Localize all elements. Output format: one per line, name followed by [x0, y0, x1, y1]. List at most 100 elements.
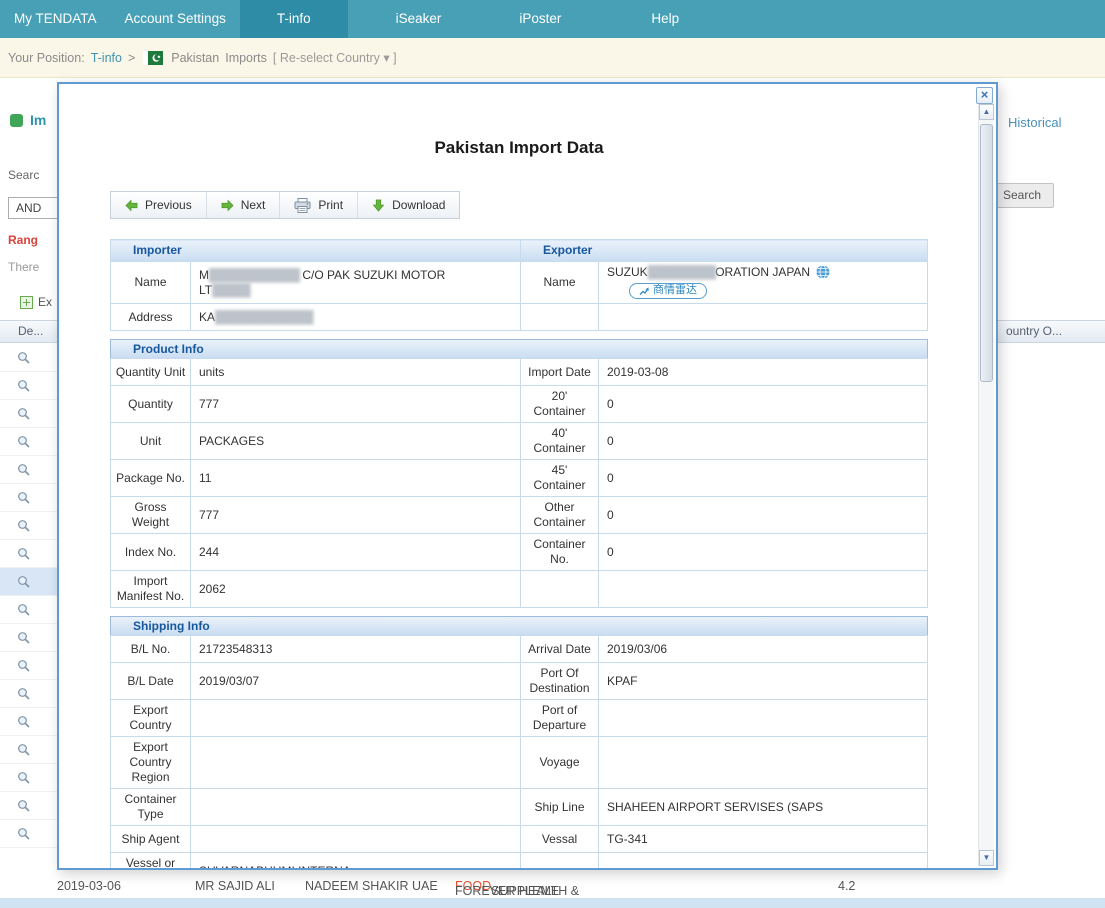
magnifier-icon[interactable] [17, 659, 30, 672]
export-button[interactable]: Ex [20, 295, 52, 309]
result-row[interactable] [0, 512, 57, 540]
next-button[interactable]: Next [207, 192, 281, 218]
field-label: Gross Weight [111, 497, 191, 534]
breadcrumb-prefix: Your Position: [8, 51, 85, 65]
info-row: B/L No.21723548313Arrival Date2019/03/06 [111, 636, 928, 663]
magnifier-icon[interactable] [17, 771, 30, 784]
result-row[interactable] [0, 624, 57, 652]
result-row[interactable] [0, 680, 57, 708]
field-label [521, 853, 599, 869]
field-value: 777 [191, 386, 521, 423]
result-row[interactable] [0, 764, 57, 792]
nav-t-info[interactable]: T-info [240, 0, 348, 38]
redacted-text: ████████████ [209, 268, 299, 282]
result-row[interactable] [0, 484, 57, 512]
magnifier-icon[interactable] [17, 715, 30, 728]
result-row[interactable] [0, 568, 57, 596]
visible-result-row[interactable]: 2019-03-06 MR SAJID ALI NADEEM SHAKIR UA… [0, 874, 1105, 898]
magnifier-icon[interactable] [17, 519, 30, 532]
print-button[interactable]: Print [280, 192, 358, 218]
result-row[interactable] [0, 736, 57, 764]
imports-tab[interactable]: Im [10, 112, 46, 128]
importer-name-value: M████████████ C/O PAK SUZUKI MOTOR LT███… [191, 262, 521, 304]
breadcrumb-tinfo-link[interactable]: T-info [91, 51, 122, 65]
info-row: Gross Weight777Other Container0 [111, 497, 928, 534]
field-label: Vessal [521, 826, 599, 853]
field-value: 0 [599, 460, 928, 497]
result-row[interactable] [0, 596, 57, 624]
magnifier-icon[interactable] [17, 687, 30, 700]
download-button[interactable]: Download [358, 192, 459, 218]
product-info-table: Quantity UnitunitsImport Date2019-03-08Q… [110, 358, 928, 608]
magnifier-icon[interactable] [17, 575, 30, 588]
result-row[interactable] [0, 652, 57, 680]
toolbar: Previous Next Print Download [110, 191, 460, 219]
magnifier-icon[interactable] [17, 603, 30, 616]
field-value [191, 826, 521, 853]
result-row[interactable] [0, 708, 57, 736]
field-value [599, 700, 928, 737]
field-value: 2019/03/07 [191, 663, 521, 700]
result-row[interactable] [0, 792, 57, 820]
field-value [599, 853, 928, 869]
info-row: Import Manifest No.2062 [111, 571, 928, 608]
modal-scrollbar[interactable]: ▲ ▼ [978, 104, 994, 866]
search-button[interactable]: Search [990, 183, 1054, 208]
nav-iseaker[interactable]: iSeaker [394, 0, 444, 38]
magnifier-icon[interactable] [17, 799, 30, 812]
magnifier-icon[interactable] [17, 463, 30, 476]
field-label: Package No. [111, 460, 191, 497]
field-label: Port of Departure [521, 700, 599, 737]
nav-my-tendata[interactable]: My TENDATA [12, 0, 99, 38]
magnifier-icon[interactable] [17, 407, 30, 420]
globe-icon[interactable] [816, 265, 830, 279]
magnifier-icon[interactable] [17, 743, 30, 756]
nav-iposter[interactable]: iPoster [517, 0, 563, 38]
exporter-empty-label [521, 304, 599, 331]
magnifier-icon[interactable] [17, 379, 30, 392]
field-label: Quantity Unit [111, 359, 191, 386]
field-value [599, 571, 928, 608]
magnifier-icon[interactable] [17, 351, 30, 364]
field-value: 0 [599, 423, 928, 460]
magnifier-icon[interactable] [17, 827, 30, 840]
result-row[interactable] [0, 540, 57, 568]
scroll-up-icon[interactable]: ▲ [979, 104, 994, 120]
result-row[interactable] [0, 456, 57, 484]
previous-button[interactable]: Previous [111, 192, 207, 218]
info-row: Container TypeShip LineSHAHEEN AIRPORT S… [111, 789, 928, 826]
scrollbar-thumb[interactable] [980, 124, 993, 382]
scroll-down-icon[interactable]: ▼ [979, 850, 994, 866]
download-label: Download [392, 198, 445, 212]
result-row[interactable] [0, 820, 57, 848]
result-row[interactable] [0, 344, 57, 372]
magnifier-icon[interactable] [17, 547, 30, 560]
historical-link[interactable]: Historical [1008, 115, 1061, 130]
radar-badge[interactable]: 商情雷达 [629, 283, 707, 299]
field-label: Other Container [521, 497, 599, 534]
info-row: Package No.1145' Container0 [111, 460, 928, 497]
breadcrumb-section: Imports [225, 51, 267, 65]
magnifier-icon[interactable] [17, 631, 30, 644]
result-row[interactable] [0, 372, 57, 400]
close-icon[interactable]: × [976, 87, 993, 104]
column-header-country-origin[interactable]: ountry O... [998, 320, 1105, 343]
modal-body: Pakistan Import Data Previous Next Print… [59, 84, 978, 868]
result-row[interactable] [0, 400, 57, 428]
range-label: Rang [8, 233, 38, 247]
magnifier-icon[interactable] [17, 435, 30, 448]
nav-help[interactable]: Help [649, 0, 681, 38]
modal-title: Pakistan Import Data [110, 138, 928, 158]
info-row: Quantity77720' Container0 [111, 386, 928, 423]
importer-exporter-table: Importer Exporter Name M████████████ C/O… [110, 239, 928, 331]
field-value: 21723548313 [191, 636, 521, 663]
info-row: Ship AgentVessalTG-341 [111, 826, 928, 853]
column-header-description[interactable]: De... [0, 320, 57, 343]
result-row[interactable] [0, 428, 57, 456]
field-value [191, 789, 521, 826]
magnifier-icon[interactable] [17, 491, 30, 504]
reselect-country-dropdown[interactable]: [ Re-select Country ▾ ] [273, 50, 397, 65]
info-row: Quantity UnitunitsImport Date2019-03-08 [111, 359, 928, 386]
nav-account-settings[interactable]: Account Settings [123, 0, 228, 38]
row-importer: MR SAJID ALI [195, 879, 275, 893]
